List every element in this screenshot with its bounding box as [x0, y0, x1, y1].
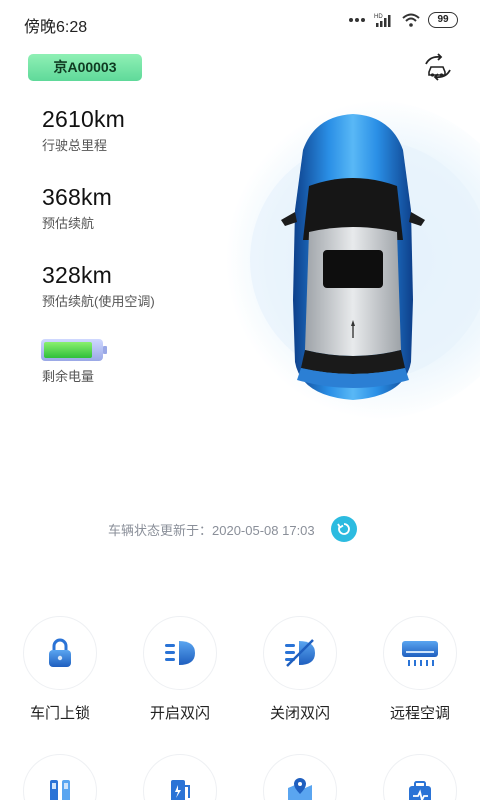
map-location-icon [288, 778, 312, 800]
lock-icon [49, 638, 71, 667]
air-conditioner-icon [402, 641, 438, 666]
wifi-icon [402, 13, 420, 27]
lock-door-button[interactable] [23, 616, 97, 690]
total-mileage-label: 行驶总里程 [42, 138, 108, 153]
refresh-icon [336, 523, 350, 535]
switch-vehicle-icon[interactable] [420, 52, 456, 82]
refresh-button[interactable] [330, 516, 357, 542]
signal-icon: HD [374, 14, 391, 27]
vehicle-update-text: 车辆状态更新于：2020-05-08 17:03 [108, 522, 315, 538]
battery-status: 99 [428, 12, 458, 28]
status-time: 傍晚6:28 [24, 19, 88, 36]
charging-button[interactable] [23, 754, 97, 800]
estimated-range-ac: 328km 预估续航(使用空调) [42, 262, 155, 310]
license-plate-badge[interactable]: 京A00003 [28, 54, 142, 81]
remote-ac-button[interactable] [383, 616, 457, 690]
status-icons: HD 99 [348, 12, 458, 28]
svg-text:HD: HD [374, 14, 383, 20]
car-top-view-image [210, 100, 480, 420]
vehicle-update-row: 车辆状态更新于：2020-05-08 17:03 [108, 516, 357, 542]
lock-door-action[interactable]: 车门上锁 [10, 616, 110, 723]
estimated-range-ac-value: 328km [42, 262, 113, 288]
estimated-range: 368km 预估续航 [42, 184, 112, 232]
map-location-action[interactable] [250, 754, 350, 800]
estimated-range-value: 368km [42, 184, 113, 210]
charging-action[interactable] [10, 754, 110, 800]
remote-ac-label: 远程空调 [389, 705, 450, 722]
battery-level-icon [41, 339, 107, 361]
hazard-off-action[interactable]: 关闭双闪 [250, 616, 350, 723]
hazard-off-icon [285, 639, 315, 667]
map-location-button[interactable] [263, 754, 337, 800]
estimated-range-label: 预估续航 [42, 216, 95, 231]
remote-ac-action[interactable]: 远程空调 [370, 616, 470, 723]
service-action[interactable] [370, 754, 470, 800]
service-button[interactable] [383, 754, 457, 800]
total-mileage-value: 2610km [42, 106, 126, 132]
estimated-range-ac-label: 预估续航(使用空调) [42, 294, 155, 309]
hazard-off-label: 关闭双闪 [269, 705, 330, 722]
charging-icon [50, 780, 70, 800]
total-mileage: 2610km 行驶总里程 [42, 106, 125, 154]
lock-door-label: 车门上锁 [29, 705, 90, 722]
hazard-on-button[interactable] [143, 616, 217, 690]
hazard-on-action[interactable]: 开启双闪 [130, 616, 230, 723]
service-icon [409, 781, 431, 800]
status-bar: 傍晚6:28 HD 99 [0, 0, 480, 44]
charging-station-action[interactable] [130, 754, 230, 800]
charging-station-icon [171, 780, 190, 800]
hazard-off-button[interactable] [263, 616, 337, 690]
charging-station-button[interactable] [143, 754, 217, 800]
hazard-on-icon [165, 641, 195, 665]
battery-label: 剩余电量 [42, 369, 95, 384]
more-dots-icon [349, 18, 365, 22]
hazard-on-label: 开启双闪 [149, 705, 210, 722]
